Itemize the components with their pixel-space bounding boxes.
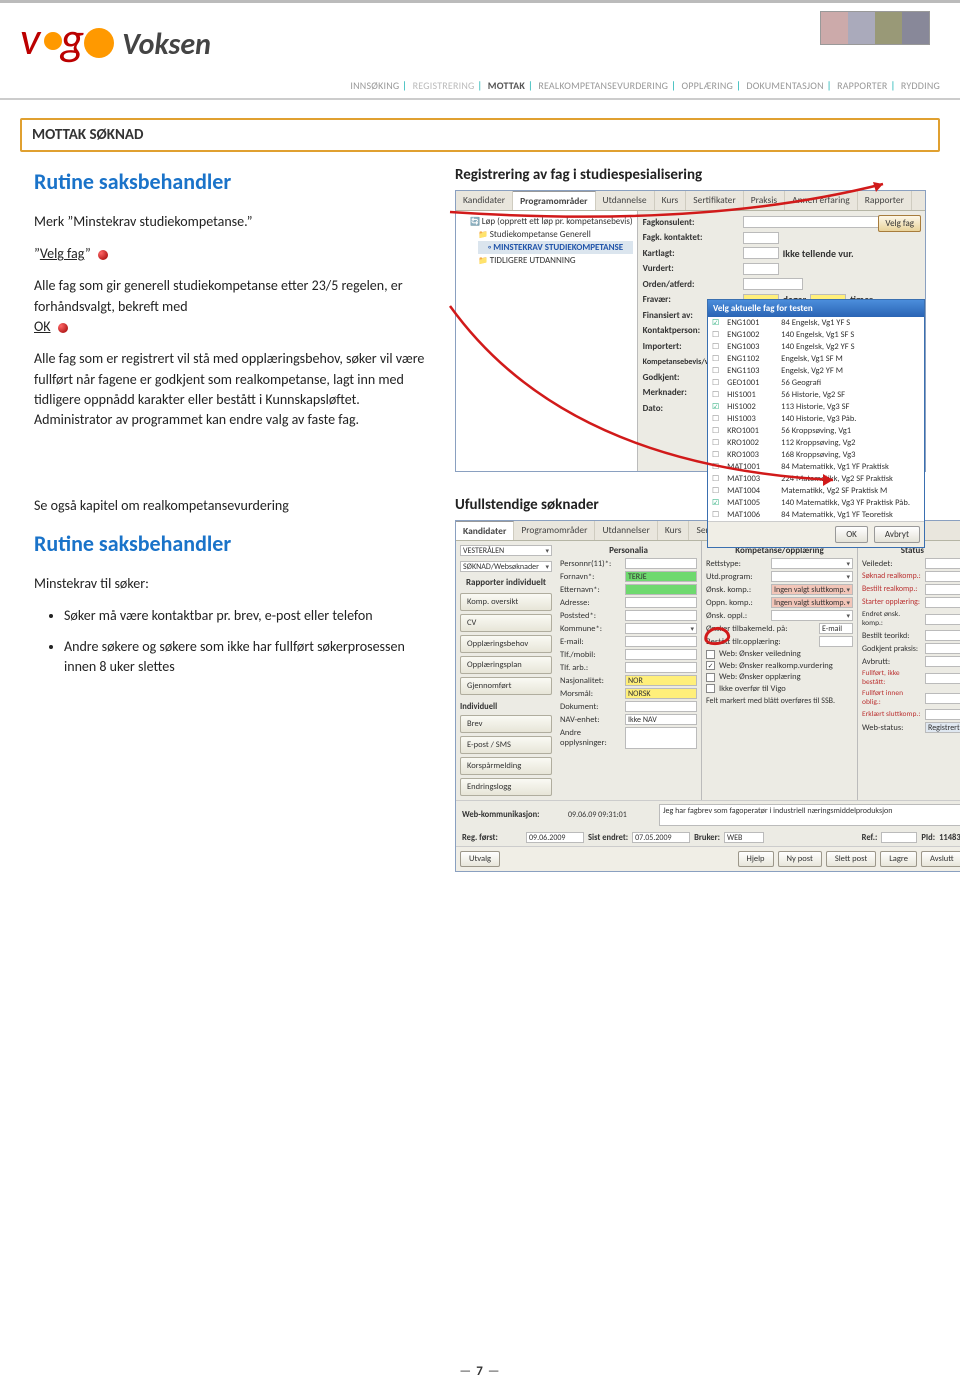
- heading-rutine-1: Rutine saksbehandler: [34, 166, 429, 198]
- btn-avslutt[interactable]: Avslutt: [921, 851, 960, 867]
- tab-programomrader[interactable]: Programområder: [513, 191, 595, 210]
- btn-lagre[interactable]: Lagre: [880, 851, 917, 867]
- bullet-slettes: Andre søkere og søkere som ikke har full…: [64, 637, 429, 678]
- btn-hjelp[interactable]: Hjelp: [738, 851, 774, 867]
- section-title-bar: MOTTAK SØKNAD: [20, 118, 940, 152]
- btn-slett-post[interactable]: Slett post: [826, 851, 876, 867]
- page-number: —7—: [455, 1364, 504, 1379]
- tab-kurs[interactable]: Kurs: [655, 191, 687, 210]
- app1-tabs: Kandidater Programområder Utdannelse Kur…: [456, 191, 925, 211]
- kompetanse-group: Kompetanse/opplæring Rettstype: Utd.prog…: [702, 541, 858, 800]
- logo-o-icon: [84, 28, 114, 58]
- tab-rapporter[interactable]: Rapporter: [858, 191, 912, 210]
- heading-rutine-2: Rutine saksbehandler: [34, 528, 429, 560]
- checkbox[interactable]: [706, 650, 715, 659]
- subject-row[interactable]: ENG1102Engelsk, Vg1 SF M: [708, 353, 924, 365]
- sidebar-buttons: VESTERÅLEN SØKNAD/Websøknader Rapporter …: [456, 541, 556, 800]
- tab-kandidater[interactable]: Kandidater: [456, 521, 514, 540]
- bottom-button-bar: Utvalg Hjelp Ny post Slett post Lagre Av…: [456, 846, 960, 871]
- tree-node-selected[interactable]: ◦ MINSTEKRAV STUDIEKOMPETANSE: [478, 241, 633, 254]
- region-combo[interactable]: VESTERÅLEN: [460, 545, 552, 556]
- velg-fag-link: Velg fag: [40, 245, 85, 262]
- logo-vigo-voksen: v g Voksen: [20, 11, 940, 67]
- red-marker-icon: [58, 323, 68, 333]
- subject-row[interactable]: GEO100156 Geografi: [708, 377, 924, 389]
- subject-row[interactable]: ENG1002140 Engelsk, Vg1 SF S: [708, 329, 924, 341]
- subject-row[interactable]: KRO1002112 Kroppsøving, Vg2: [708, 437, 924, 449]
- btn-cv[interactable]: CV: [460, 614, 552, 632]
- subject-row[interactable]: KRO1003168 Kroppsøving, Vg3: [708, 449, 924, 461]
- subject-row[interactable]: MAT100184 Matematikk, Vg1 YF Praktisk: [708, 461, 924, 473]
- subject-row[interactable]: HIS1002113 Historie, Vg3 SF: [708, 401, 924, 413]
- popup-cancel-button[interactable]: Avbryt: [874, 526, 920, 543]
- checkbox[interactable]: [706, 684, 715, 693]
- subject-row[interactable]: ENG1003140 Engelsk, Vg2 YF S: [708, 341, 924, 353]
- popup-ok-button[interactable]: OK: [835, 526, 868, 543]
- tree-node[interactable]: TIDLIGERE UTDANNING: [468, 254, 633, 267]
- section-title: MOTTAK SØKNAD: [32, 126, 928, 144]
- ok-link: OK: [34, 318, 51, 335]
- tree-pane[interactable]: Løp (opprett ett løp pr. kompetansebevis…: [456, 211, 638, 471]
- app-screenshot-1: Kandidater Programområder Utdannelse Kur…: [455, 190, 926, 472]
- subject-row[interactable]: MAT1004Matematikk, Vg2 SF Praktisk M: [708, 485, 924, 497]
- popup-title: Velg aktuelle fag for testen: [708, 300, 924, 317]
- checkbox[interactable]: ✓: [706, 661, 715, 670]
- velg-fag-popup: Velg aktuelle fag for testen ENG100184 E…: [707, 299, 925, 548]
- tab-kandidater[interactable]: Kandidater: [456, 191, 513, 210]
- fagk-kontaktet-field[interactable]: [743, 232, 779, 244]
- rutine-text-1: Rutine saksbehandler Merk ”Minstekrav st…: [34, 166, 429, 443]
- bullet-kontaktbar: Søker må være kontaktbar pr. brev, e-pos…: [64, 606, 429, 626]
- status-group: Status Veiledet: Søknad realkomp.: Besti…: [858, 541, 960, 800]
- tab-utdannelse[interactable]: Utdannelse: [596, 191, 655, 210]
- btn-endringslogg[interactable]: Endringslogg: [460, 778, 552, 796]
- subject-row[interactable]: MAT100684 Matematikk, Vg1 YF Teoretisk: [708, 509, 924, 521]
- subject-row[interactable]: HIS100156 Historie, Vg2 SF: [708, 389, 924, 401]
- form-pane: Velg fag Fagkonsulent: Fagk. kontaktet: …: [638, 211, 925, 471]
- header-thumbnails: [820, 11, 930, 45]
- btn-opplaeringsbehov[interactable]: Opplæringsbehov: [460, 635, 552, 653]
- subject-row[interactable]: MAT1003224 Matematikk, Vg2 SF Praktisk: [708, 473, 924, 485]
- breadcrumb: INNSØKING| REGISTRERING| MOTTAK| REALKOM…: [350, 79, 940, 92]
- page-header: v g Voksen INNSØKING| REGISTRERING| MOTT…: [0, 0, 960, 100]
- subject-row[interactable]: KRO100156 Kroppsøving, Vg1: [708, 425, 924, 437]
- screenshot1-title: Registrering av fag i studiespesialiseri…: [455, 166, 926, 184]
- tree-node[interactable]: Studiekompetanse Generell: [468, 228, 633, 241]
- logo-dot-icon: [44, 32, 62, 50]
- btn-utvalg[interactable]: Utvalg: [460, 851, 500, 867]
- btn-ny-post[interactable]: Ny post: [778, 851, 822, 867]
- personalia-group: Personalia Personnr(11)*: Fornavn*:TERJE…: [556, 541, 702, 800]
- velg-fag-button[interactable]: Velg fag: [878, 215, 921, 232]
- subject-row[interactable]: ENG100184 Engelsk, Vg1 YF S: [708, 317, 924, 329]
- web-kommentar-field[interactable]: Jeg har fagbrev som fagoperatør i indust…: [659, 804, 960, 826]
- filter-combo[interactable]: SØKNAD/Websøknader: [460, 561, 552, 572]
- btn-brev[interactable]: Brev: [460, 715, 552, 733]
- btn-opplaeringsplan[interactable]: Opplæringsplan: [460, 656, 552, 674]
- btn-komp-oversikt[interactable]: Komp. oversikt: [460, 593, 552, 611]
- tab-sertifikater[interactable]: Sertifikater: [686, 191, 743, 210]
- subject-row[interactable]: HIS1003140 Historie, Vg3 Påb.: [708, 413, 924, 425]
- btn-korsparm[interactable]: Korspårmelding: [460, 757, 552, 775]
- red-marker-icon: [98, 250, 108, 260]
- btn-epost-sms[interactable]: E-post / SMS: [460, 736, 552, 754]
- subject-row[interactable]: ENG1103Engelsk, Vg2 YF M: [708, 365, 924, 377]
- tab-annen-erfaring[interactable]: Annen erfaring: [785, 191, 858, 210]
- tab-praksis[interactable]: Praksis: [744, 191, 785, 210]
- checkbox[interactable]: [706, 673, 715, 682]
- subject-row[interactable]: MAT1005140 Matematikk, Vg3 YF Praktisk P…: [708, 497, 924, 509]
- tree-root[interactable]: Løp (opprett ett løp pr. kompetansebevis…: [460, 215, 633, 228]
- app-screenshot-2: Kandidater Programområder Utdannelser Ku…: [455, 520, 960, 872]
- btn-gjennomfort[interactable]: Gjennomført: [460, 677, 552, 695]
